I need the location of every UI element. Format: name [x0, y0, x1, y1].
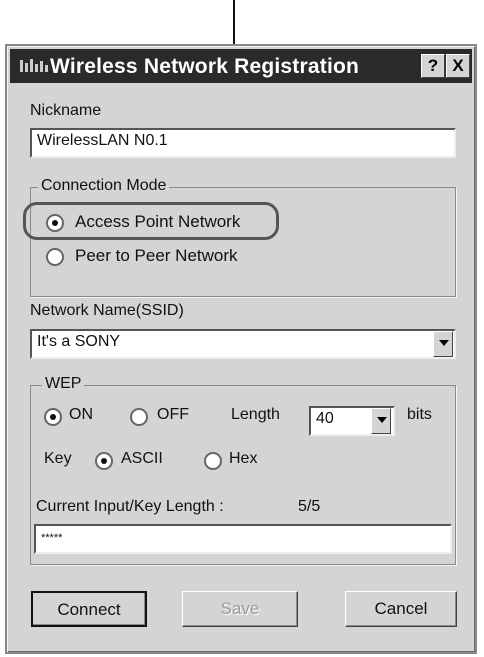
access-point-network-label[interactable]: Access Point Network	[75, 212, 240, 232]
close-button[interactable]: X	[446, 54, 470, 78]
nickname-label: Nickname	[30, 102, 102, 119]
wep-on-label[interactable]: ON	[69, 406, 93, 424]
network-name-label: Network Name(SSID)	[30, 302, 184, 319]
current-key-length-label: Current Input/Key Length :	[36, 498, 224, 515]
wep-title: WEP	[42, 375, 85, 393]
wep-on-radio[interactable]	[44, 408, 62, 426]
length-label: Length	[231, 406, 280, 423]
access-point-network-radio[interactable]	[46, 214, 64, 232]
peer-to-peer-network-label[interactable]: Peer to Peer Network	[75, 246, 238, 266]
peer-to-peer-network-radio[interactable]	[46, 248, 64, 266]
connect-button[interactable]: Connect	[31, 591, 147, 627]
key-label: Key	[44, 450, 72, 467]
key-hex-label[interactable]: Hex	[229, 450, 257, 468]
wep-off-radio[interactable]	[130, 408, 148, 426]
chevron-down-icon[interactable]	[371, 408, 391, 434]
radio-selected-dot	[101, 458, 107, 464]
chevron-down-icon[interactable]	[433, 331, 453, 357]
wep-off-label[interactable]: OFF	[157, 406, 189, 424]
bits-label: bits	[407, 406, 432, 423]
nickname-input[interactable]: WirelessLAN N0.1	[30, 128, 456, 158]
wireless-network-registration-dialog: Wireless Network Registration ? X Nickna…	[5, 44, 477, 654]
key-ascii-radio[interactable]	[95, 452, 113, 470]
wep-key-input[interactable]: *****	[34, 524, 452, 554]
key-length-value: 40	[316, 410, 334, 427]
window-title: Wireless Network Registration	[50, 55, 360, 78]
radio-selected-dot	[50, 414, 56, 420]
wireless-network-icon	[20, 59, 48, 72]
save-button[interactable]: Save	[182, 591, 298, 627]
radio-selected-dot	[52, 220, 58, 226]
key-ascii-label[interactable]: ASCII	[121, 450, 163, 468]
connection-mode-title: Connection Mode	[38, 177, 170, 195]
current-key-length-value: 5/5	[298, 498, 321, 515]
network-name-combobox[interactable]: It's a SONY	[30, 329, 456, 359]
key-hex-radio[interactable]	[204, 452, 222, 470]
network-name-value: It's a SONY	[37, 333, 121, 350]
title-bar[interactable]: Wireless Network Registration ? X	[10, 49, 472, 83]
cancel-button[interactable]: Cancel	[345, 591, 457, 627]
help-button[interactable]: ?	[421, 54, 445, 78]
